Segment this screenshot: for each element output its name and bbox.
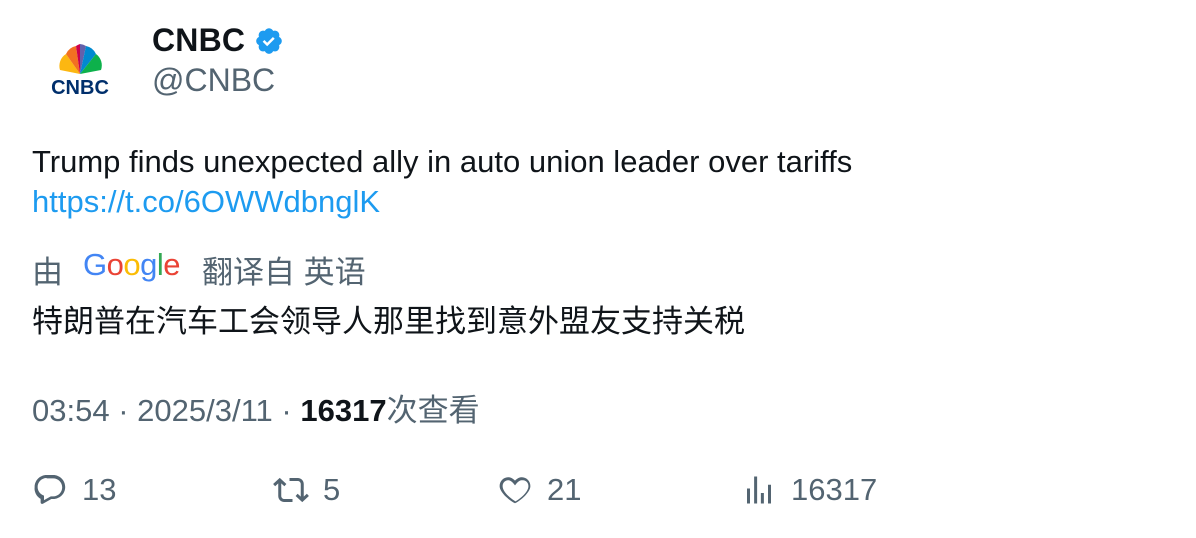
like-button[interactable]: 21 [497,472,581,508]
views-label: 次查看 [386,393,480,428]
like-count: 21 [547,472,582,507]
reply-count: 13 [82,472,117,507]
views-action-count: 16317 [791,472,878,507]
author-handle[interactable]: @CNBC [152,62,275,99]
tweet-time[interactable]: 03:54 [32,393,110,428]
reply-icon [34,475,66,504]
verified-badge-icon[interactable] [254,26,284,56]
translated-from-label[interactable]: 翻译自 英语 [202,247,366,292]
tweet-body: Trump finds unexpected ally in auto unio… [32,144,853,179]
analytics-icon [747,476,771,504]
translation-attribution: 由 Google 翻译自 英语 [32,247,366,292]
avatar[interactable]: CNBC [32,26,128,122]
tweet-meta: 03:54 · 2025/3/11 · 16317次查看 [32,385,480,430]
author-name-row[interactable]: CNBC [152,22,284,59]
cnbc-peacock-logo: CNBC [51,44,109,99]
tweet-link[interactable]: https://t.co/6OWWdbnglK [32,182,852,222]
meta-separator: · [281,393,292,428]
tweet-text: Trump finds unexpected ally in auto unio… [32,142,852,222]
heart-icon [499,477,531,504]
reply-button[interactable]: 13 [32,472,116,508]
views-button[interactable]: 16317 [741,472,877,508]
translated-by-label: 由 [32,255,63,290]
views-count: 16317 [300,393,387,428]
author-name[interactable]: CNBC [152,22,245,59]
retweet-count: 5 [323,472,341,507]
retweet-button[interactable]: 5 [273,472,340,508]
retweet-icon [273,477,309,503]
svg-text:Google: Google [83,249,180,282]
meta-separator: · [118,393,129,428]
google-logo: Google [83,247,181,291]
tweet-date[interactable]: 2025/3/11 [137,393,273,428]
svg-text:CNBC: CNBC [51,77,109,99]
translated-text: 特朗普在汽车工会领导人那里找到意外盟友支持关税 [32,304,745,339]
